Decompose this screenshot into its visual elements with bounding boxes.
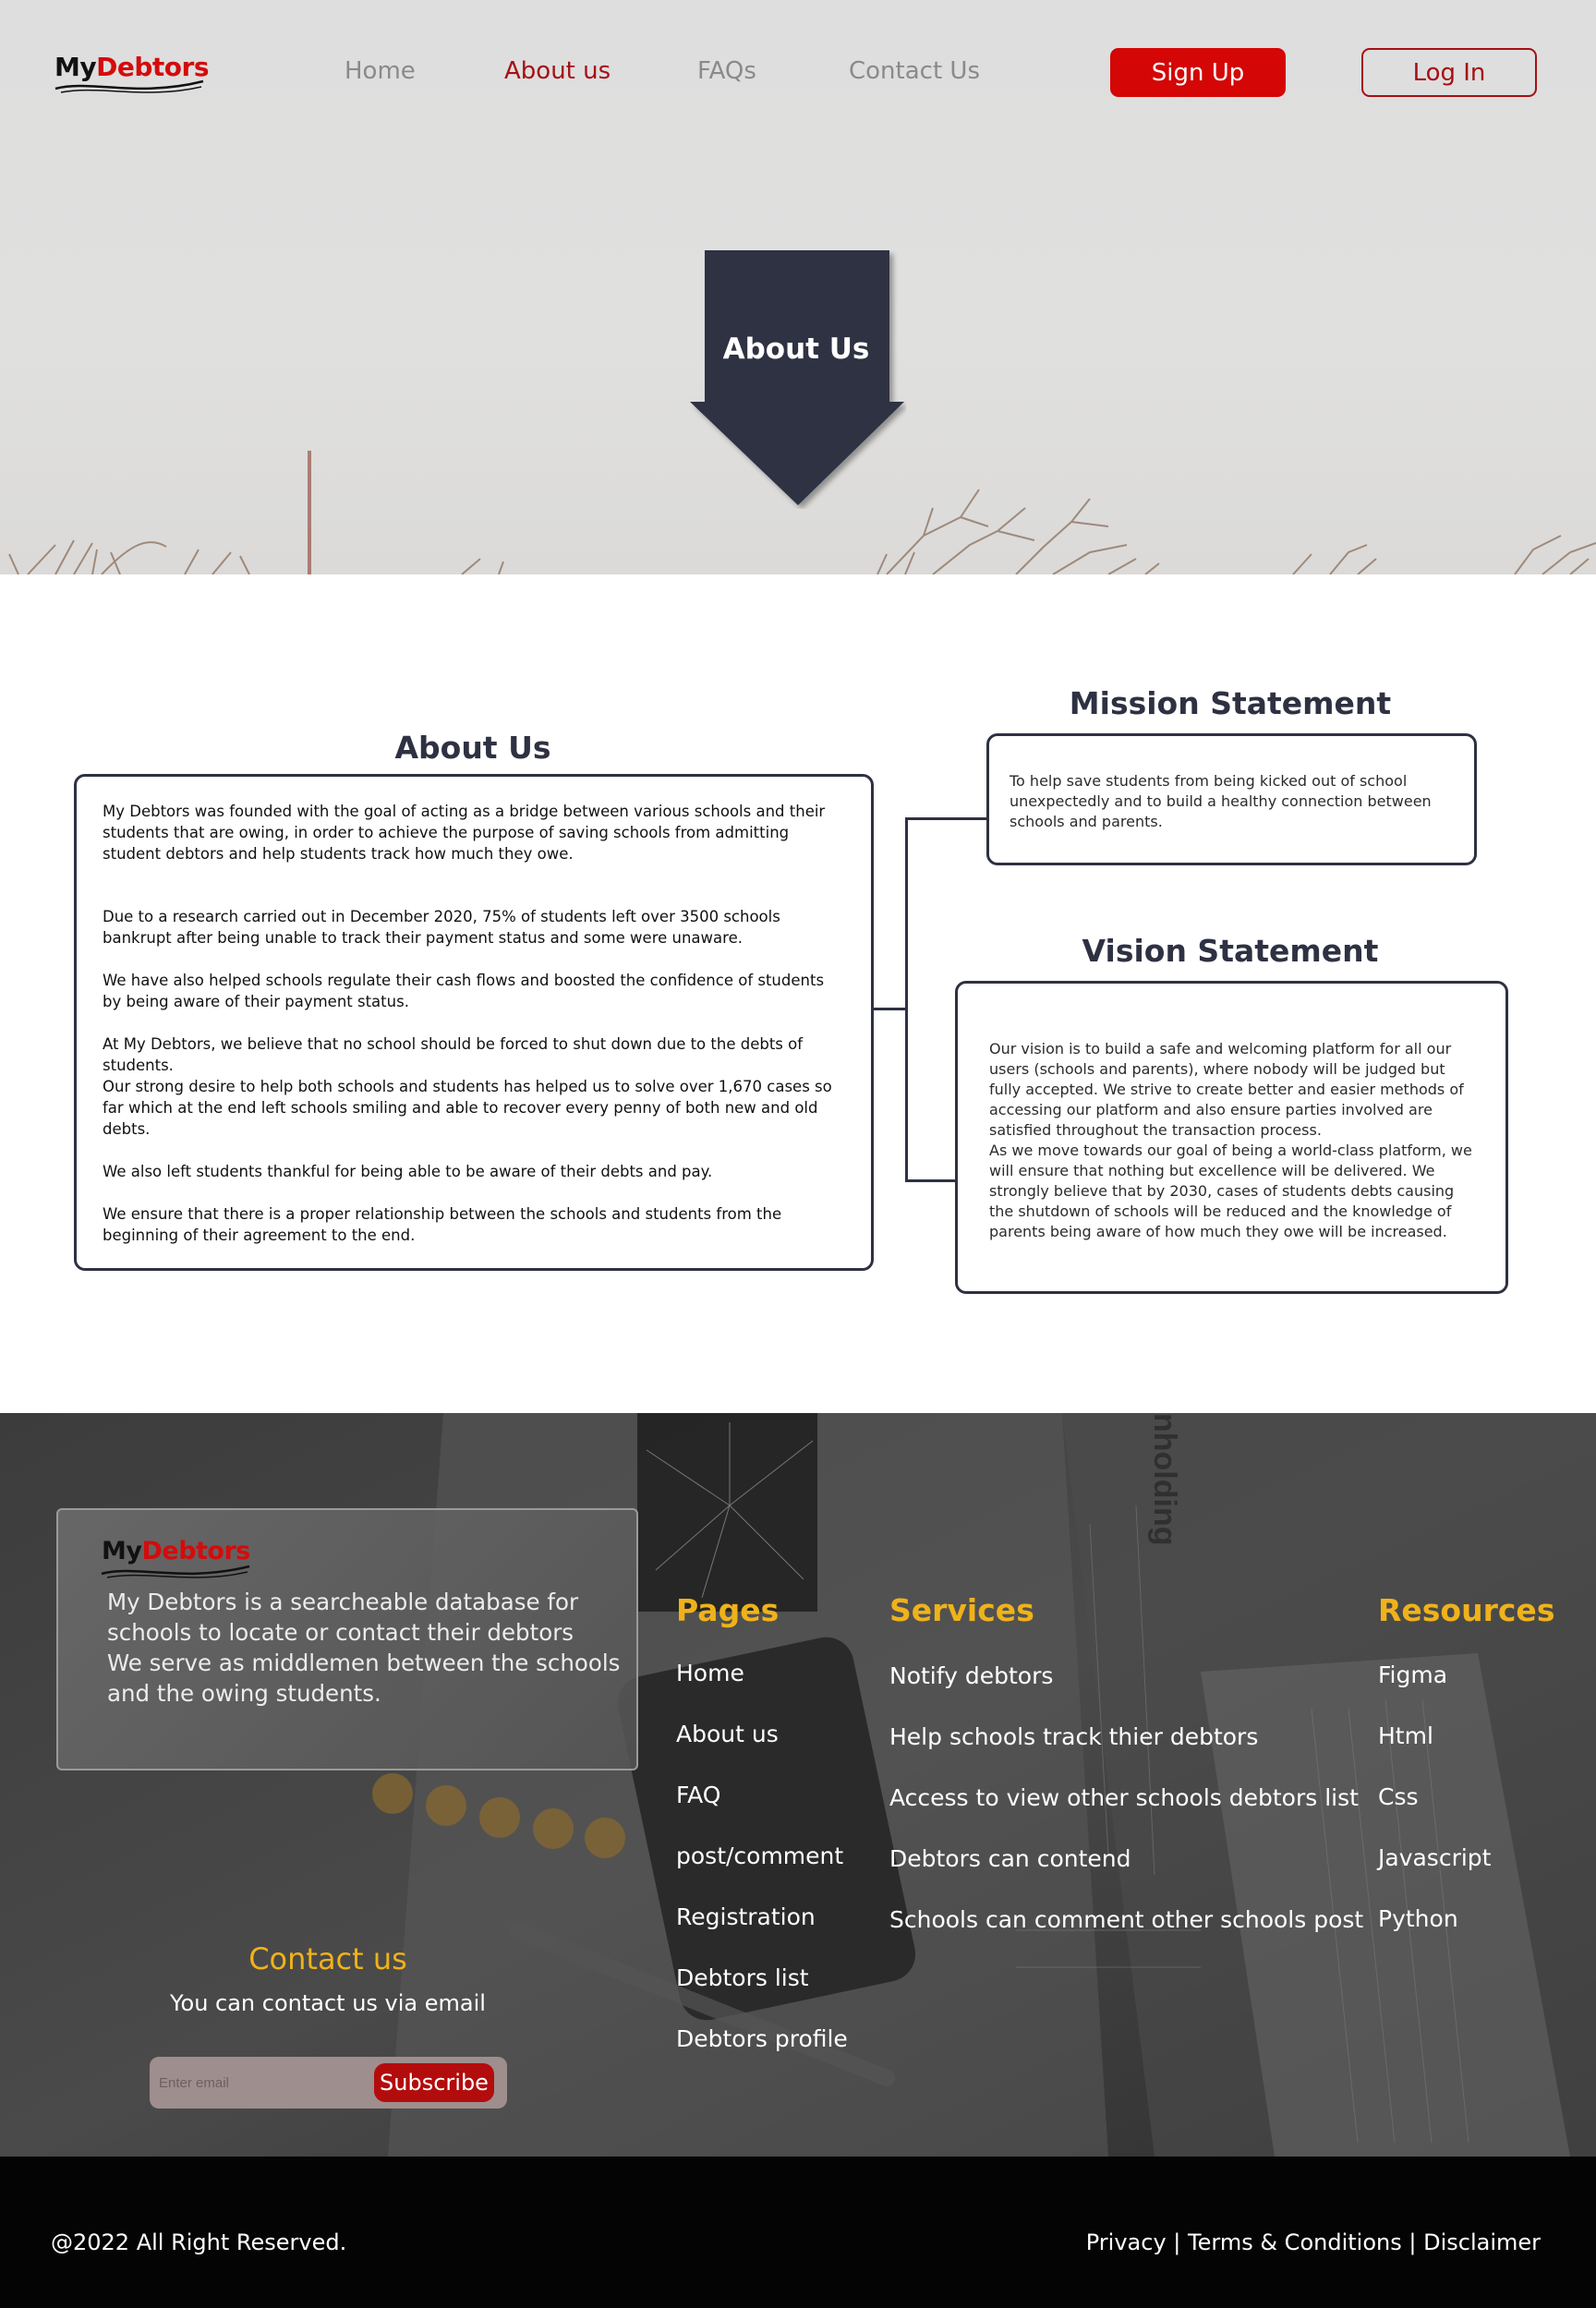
svg-text:nholding: nholding	[1147, 1413, 1182, 1546]
logo-debtors: Debtors	[141, 1537, 250, 1565]
terms-link[interactable]: Terms & Conditions	[1188, 2229, 1402, 2255]
connector-line	[905, 817, 908, 1182]
mission-card: To help save students from being kicked …	[986, 733, 1477, 865]
mission-heading: Mission Statement	[1069, 685, 1392, 721]
footer-link-debtors-profile[interactable]: Debtors profile	[676, 2025, 848, 2052]
footer-link-faq[interactable]: FAQ	[676, 1782, 720, 1808]
footer-description: My Debtors is a searcheable database for…	[107, 1587, 624, 1709]
footer-description-line: My Debtors is a searcheable database for…	[107, 1589, 579, 1646]
footer-link-debtors-list[interactable]: Debtors list	[676, 1964, 809, 1991]
signup-button[interactable]: Sign Up	[1110, 48, 1286, 97]
copyright-text: @2022 All Right Reserved.	[51, 2229, 347, 2255]
resource-link-figma[interactable]: Figma	[1378, 1662, 1447, 1688]
vision-text: As we move towards our goal of being a w…	[989, 1142, 1472, 1240]
nav-home[interactable]: Home	[345, 57, 416, 85]
subscribe-form: Subscribe	[150, 2057, 507, 2109]
subscribe-button[interactable]: Subscribe	[374, 2063, 494, 2102]
service-item[interactable]: Schools can comment other schools post	[889, 1906, 1363, 1933]
about-heading: About Us	[394, 730, 551, 766]
service-item[interactable]: Notify debtors	[889, 1662, 1053, 1689]
footer-link-registration[interactable]: Registration	[676, 1903, 816, 1930]
legal-links: Privacy | Terms & Conditions | Disclaime…	[1086, 2229, 1541, 2255]
footer-link-post-comment[interactable]: post/comment	[676, 1843, 843, 1869]
privacy-link[interactable]: Privacy	[1086, 2229, 1167, 2255]
footer-link-home[interactable]: Home	[676, 1660, 744, 1686]
footer-description-line: We serve as middlemen between the school…	[107, 1649, 621, 1707]
login-button[interactable]: Log In	[1361, 48, 1537, 97]
connector-line	[905, 1179, 957, 1182]
hero-title: About Us	[722, 332, 870, 366]
about-paragraph: Due to a research carried out in Decembe…	[103, 908, 780, 947]
service-item[interactable]: Access to view other schools debtors lis…	[889, 1784, 1359, 1811]
footer-brand-logo[interactable]: MyDebtors	[102, 1537, 250, 1565]
email-input[interactable]	[159, 2068, 362, 2097]
resource-link-python[interactable]: Python	[1378, 1905, 1458, 1932]
service-item[interactable]: Help schools track thier debtors	[889, 1723, 1258, 1750]
resource-link-css[interactable]: Css	[1378, 1783, 1419, 1810]
hero-arrow-badge	[690, 250, 904, 505]
about-paragraph: Our strong desire to help both schools a…	[103, 1078, 832, 1138]
logo-swoosh-icon	[54, 79, 204, 93]
services-title: Services	[889, 1592, 1034, 1628]
vision-text: Our vision is to build a safe and welcom…	[989, 1040, 1464, 1139]
about-paragraph: We have also helped schools regulate the…	[103, 972, 825, 1010]
about-paragraph: We ensure that there is a proper relatio…	[103, 1205, 782, 1244]
contact-subtitle: You can contact us via email	[170, 1990, 486, 2016]
vision-heading: Vision Statement	[1082, 933, 1379, 969]
nav-about-us[interactable]: About us	[504, 57, 611, 85]
resource-link-javascript[interactable]: Javascript	[1378, 1844, 1491, 1871]
about-paragraph: My Debtors was founded with the goal of …	[103, 803, 826, 863]
footer-link-about[interactable]: About us	[676, 1721, 779, 1747]
nav-faqs[interactable]: FAQs	[697, 57, 756, 85]
disclaimer-link[interactable]: Disclaimer	[1423, 2229, 1541, 2255]
about-paragraph: We also left students thankful for being…	[103, 1163, 713, 1180]
logo-my: My	[102, 1537, 142, 1565]
logo-swoosh-icon	[101, 1565, 250, 1578]
nav-contact-us[interactable]: Contact Us	[849, 57, 980, 85]
about-card: My Debtors was founded with the goal of …	[74, 774, 874, 1271]
connector-line	[905, 817, 988, 820]
vision-card: Our vision is to build a safe and welcom…	[955, 981, 1508, 1294]
pages-title: Pages	[676, 1592, 780, 1628]
hero-banner: MyDebtors Home About us FAQs Contact Us …	[0, 0, 1596, 574]
mission-text: To help save students from being kicked …	[1010, 772, 1432, 830]
resources-title: Resources	[1378, 1592, 1555, 1628]
resource-link-html[interactable]: Html	[1378, 1722, 1433, 1749]
legal-separator: |	[1173, 2229, 1181, 2255]
connector-line	[874, 1008, 907, 1010]
contact-title: Contact us	[248, 1941, 407, 1976]
service-item[interactable]: Debtors can contend	[889, 1845, 1131, 1872]
legal-separator: |	[1409, 2229, 1417, 2255]
about-paragraph: At My Debtors, we believe that no school…	[103, 1035, 804, 1074]
